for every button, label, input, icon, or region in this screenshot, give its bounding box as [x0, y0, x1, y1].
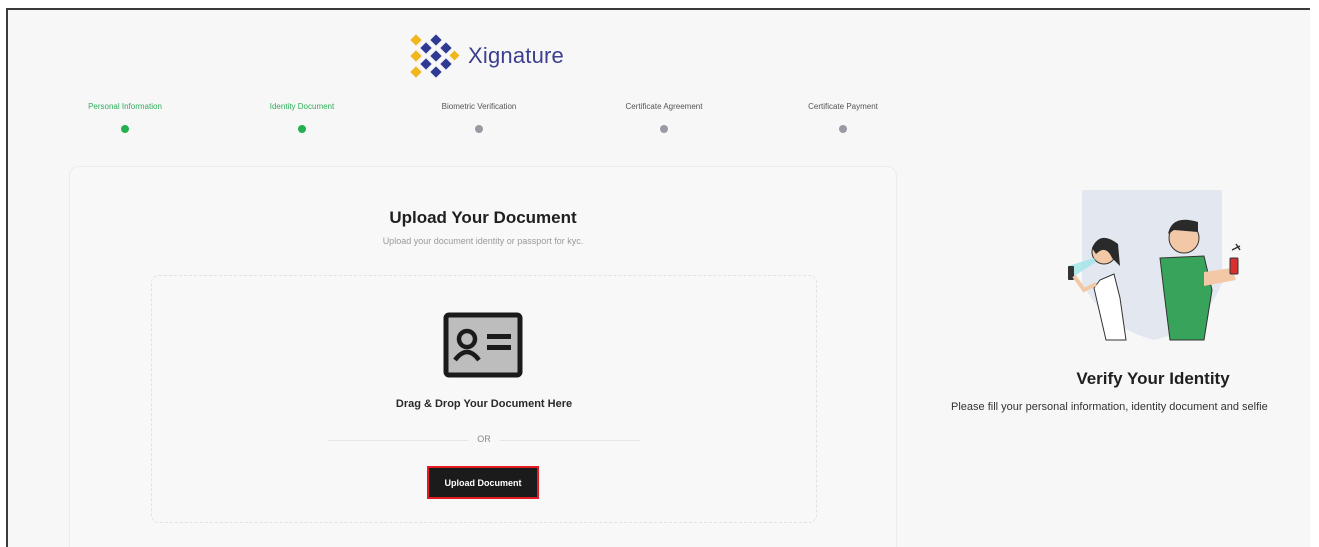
upload-card: Upload Your Document Upload your documen…: [69, 166, 897, 547]
step-label: Certificate Agreement: [625, 102, 703, 111]
identity-verification-illustration-icon: [1068, 190, 1241, 341]
step-complete-dot-icon: [298, 125, 306, 133]
verify-identity-description: Please fill your personal information, i…: [951, 401, 1268, 413]
step-pending-dot-icon: [475, 125, 483, 133]
xignature-logo-icon: [410, 34, 460, 78]
step-complete-dot-icon: [121, 125, 129, 133]
step-label: Certificate Payment: [808, 102, 878, 111]
step-biometric-verification[interactable]: Biometric Verification: [399, 102, 559, 133]
upload-subtitle: Upload your document identity or passpor…: [382, 236, 584, 246]
step-label: Identity Document: [269, 102, 335, 111]
step-certificate-agreement[interactable]: Certificate Agreement: [584, 102, 744, 133]
step-pending-dot-icon: [660, 125, 668, 133]
step-label: Biometric Verification: [441, 102, 517, 111]
document-dropzone[interactable]: Drag & Drop Your Document Here OR Upload…: [151, 275, 817, 523]
app-window: Xignature Personal Information Identity …: [6, 8, 1310, 547]
drop-instruction: Drag & Drop Your Document Here: [395, 398, 573, 410]
step-label: Personal Information: [88, 102, 162, 111]
verify-identity-title: Verify Your Identity: [1076, 369, 1230, 388]
step-personal-information[interactable]: Personal Information: [45, 102, 205, 133]
upload-title: Upload Your Document: [389, 208, 577, 227]
step-pending-dot-icon: [839, 125, 847, 133]
brand-name: Xignature: [468, 43, 564, 68]
step-certificate-payment[interactable]: Certificate Payment: [763, 102, 923, 133]
id-card-icon: [443, 312, 523, 378]
or-separator: OR: [477, 434, 491, 444]
upload-document-button[interactable]: Upload Document: [427, 466, 539, 499]
brand-logo: Xignature: [406, 34, 564, 78]
step-identity-document[interactable]: Identity Document: [222, 102, 382, 133]
